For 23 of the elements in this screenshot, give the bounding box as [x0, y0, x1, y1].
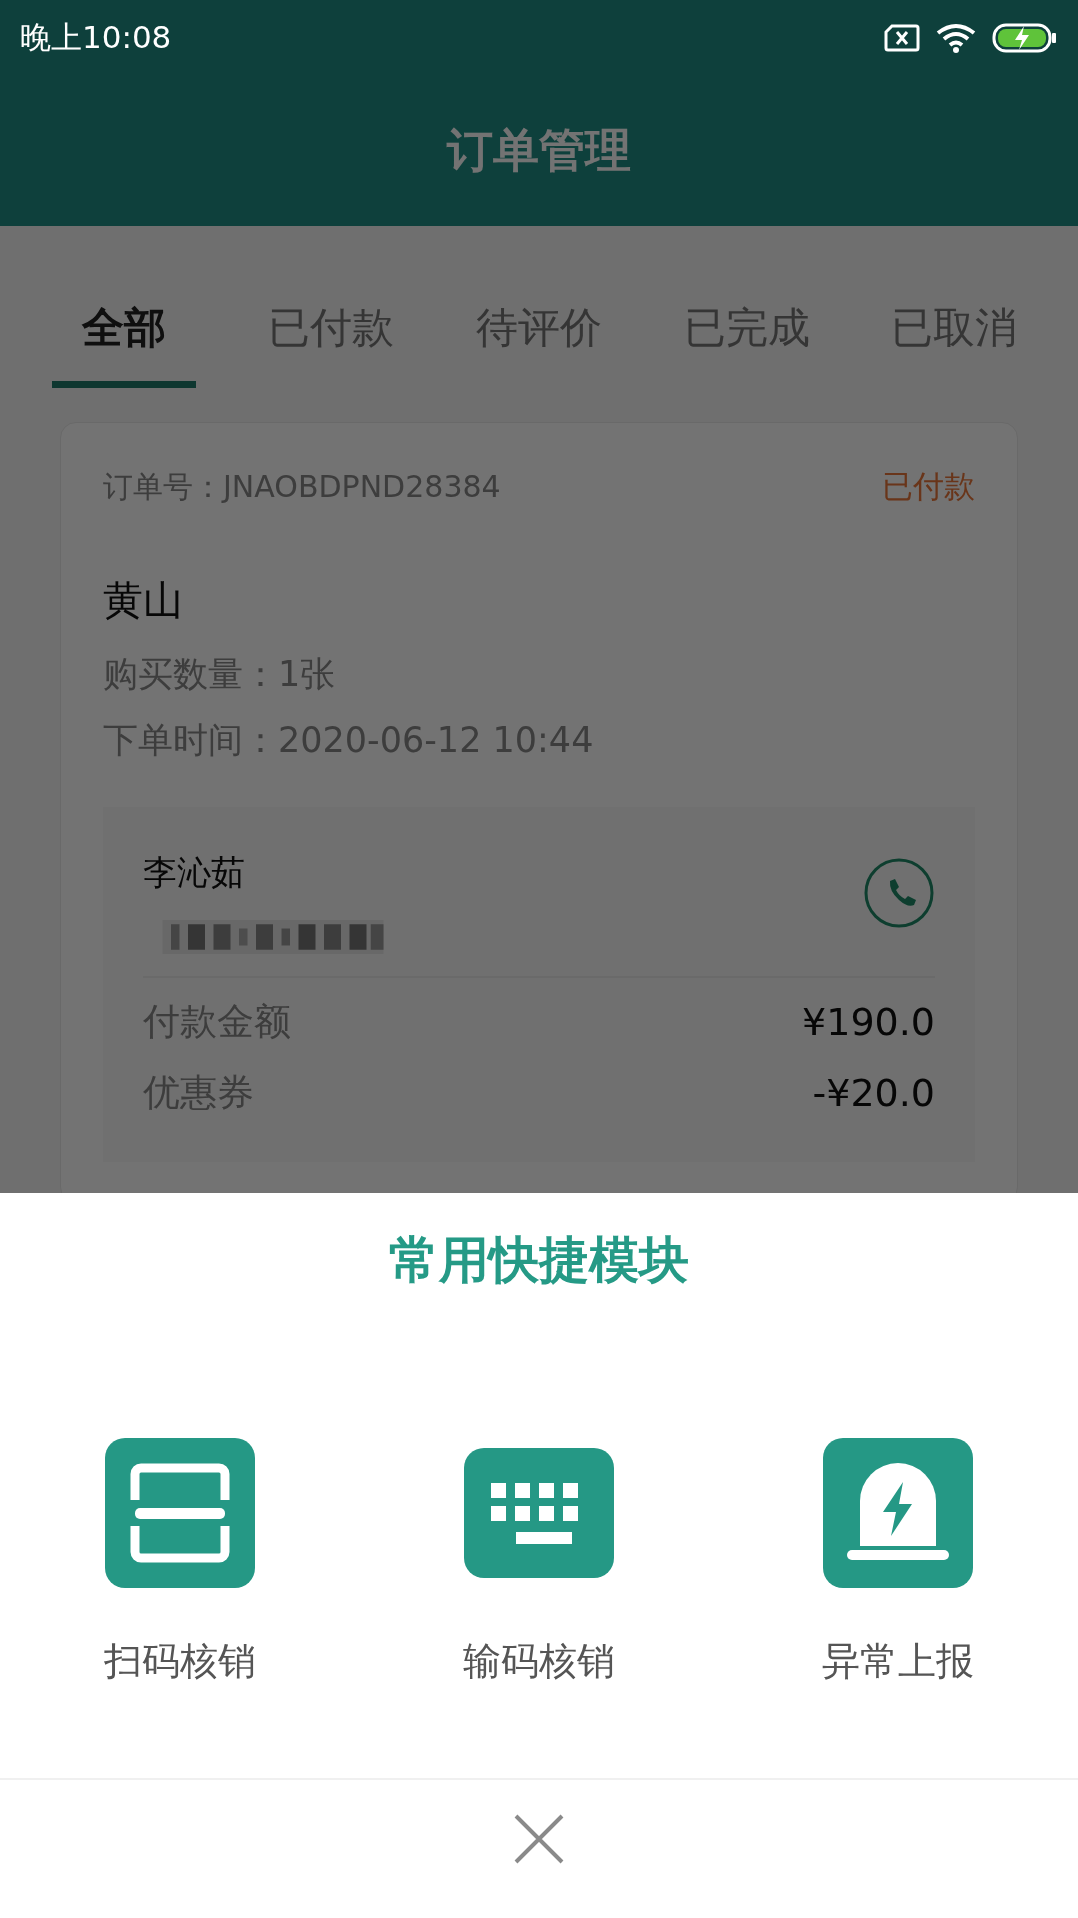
- shortcut-button[interactable]: 异常上报: [718, 1438, 1078, 1688]
- alarm-light-icon: [823, 1438, 974, 1588]
- order-tab[interactable]: 已完成: [642, 296, 851, 388]
- order-tab[interactable]: 全部: [20, 296, 228, 388]
- scan-icon: [104, 1438, 255, 1588]
- shortcut-button[interactable]: 扫码核销: [0, 1438, 360, 1688]
- no-sim-icon: [884, 23, 920, 52]
- order-status: 已付款: [882, 467, 975, 506]
- battery-charging-icon: [992, 21, 1058, 54]
- amount-value: -¥20.0: [812, 1069, 935, 1117]
- phone-call-icon[interactable]: [863, 856, 935, 929]
- wifi-icon: [936, 22, 976, 53]
- sheet-title: 常用快捷模块: [389, 1230, 689, 1291]
- order-tab[interactable]: 已取消: [850, 296, 1058, 388]
- order-title: 黄山: [103, 575, 184, 625]
- order-tab[interactable]: 已付款: [227, 296, 436, 388]
- status-time: 晚上10:08: [20, 18, 172, 58]
- close-icon: [514, 1814, 564, 1864]
- shortcut-button[interactable]: 输码核销: [359, 1438, 719, 1688]
- amount-value: ¥190.0: [802, 998, 935, 1046]
- page-title: 订单管理: [447, 122, 631, 179]
- contact-name: 李沁茹: [143, 850, 246, 894]
- order-tab[interactable]: 待评价: [435, 296, 643, 388]
